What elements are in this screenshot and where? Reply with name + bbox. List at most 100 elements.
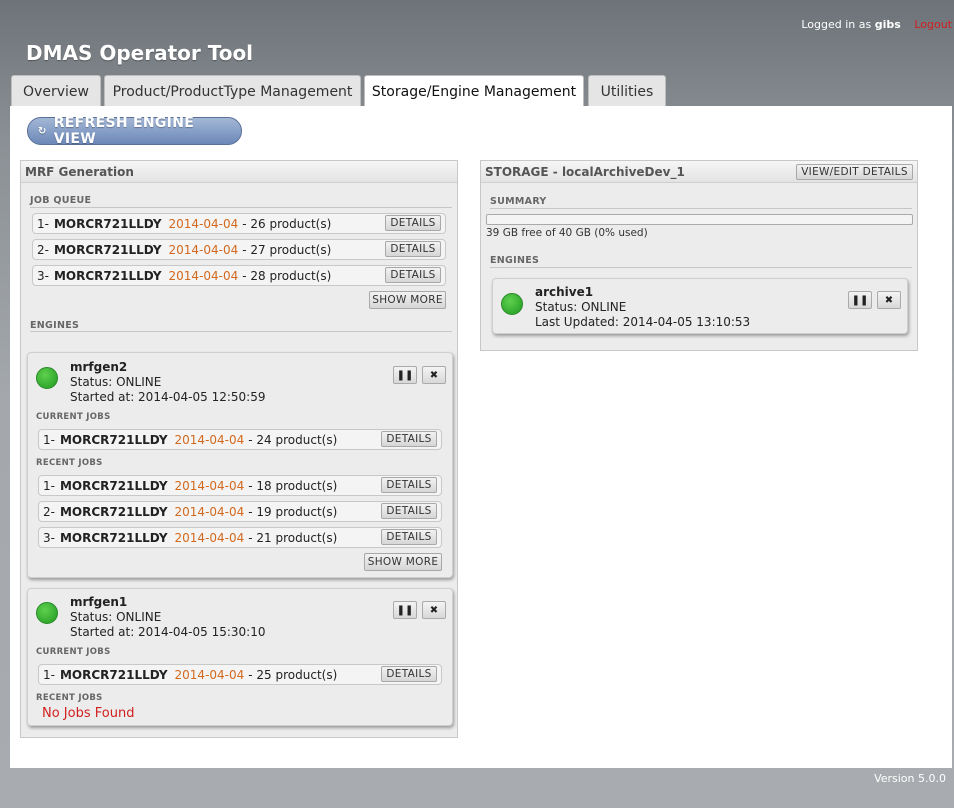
job-date: 2014-04-04 — [168, 268, 239, 283]
view-edit-details-button[interactable]: VIEW/EDIT DETAILS — [796, 164, 913, 180]
no-jobs-message: No Jobs Found — [42, 706, 135, 721]
refresh-icon: ↻ — [38, 125, 47, 137]
version-label: Version 5.0.0 — [874, 772, 946, 785]
engine-name: mrfgen2 — [70, 360, 128, 374]
details-button[interactable]: DETAILS — [381, 503, 437, 519]
mrf-panel-title: MRF Generation — [21, 161, 457, 183]
pause-icon[interactable]: ❚❚ — [393, 601, 417, 619]
tab-overview[interactable]: Overview — [11, 75, 101, 107]
job-name: MORCR721LLDY — [53, 268, 162, 283]
mrf-generation-panel: MRF Generation JOB QUEUE 1- MORCR721LLDY… — [20, 160, 458, 738]
details-button[interactable]: DETAILS — [381, 666, 437, 682]
job-count: - 21 product(s) — [248, 530, 338, 545]
job-index: 3- — [37, 268, 49, 283]
job-name: MORCR721LLDY — [53, 216, 162, 231]
job-date: 2014-04-04 — [174, 478, 245, 493]
job-queue-show-more-button[interactable]: SHOW MORE — [369, 291, 446, 309]
status-online-icon — [36, 602, 58, 624]
job-index: 2- — [43, 504, 55, 519]
job-index: 1- — [43, 478, 55, 493]
job-count: - 28 product(s) — [242, 268, 332, 283]
engine-status: Status: ONLINE — [535, 300, 627, 314]
job-index: 1- — [43, 432, 55, 447]
engines-label: ENGINES — [30, 320, 80, 331]
engine-status: Status: ONLINE — [70, 610, 162, 624]
recent-jobs-label: RECENT JOBS — [36, 458, 103, 468]
stop-icon[interactable]: ✖ — [422, 601, 446, 619]
engine-started: Started at: 2014-04-05 15:30:10 — [70, 625, 266, 639]
job-name: MORCR721LLDY — [59, 504, 168, 519]
storage-usage-text: 39 GB free of 40 GB (0% used) — [486, 227, 648, 239]
storage-usage-bar — [486, 214, 913, 225]
details-button[interactable]: DETAILS — [385, 215, 441, 231]
stop-icon[interactable]: ✖ — [422, 366, 446, 384]
job-queue-row: 1- MORCR721LLDY 2014-04-04 - 26 product(… — [32, 213, 446, 234]
job-date: 2014-04-04 — [168, 216, 239, 231]
job-count: - 19 product(s) — [248, 504, 338, 519]
job-date: 2014-04-04 — [174, 432, 245, 447]
login-status: Logged in as gibs Logout — [801, 18, 952, 31]
engine-name: mrfgen1 — [70, 595, 128, 609]
pause-icon[interactable]: ❚❚ — [393, 366, 417, 384]
refresh-button-label: REFRESH ENGINE VIEW — [53, 115, 195, 147]
job-queue-row: 2- MORCR721LLDY 2014-04-04 - 27 product(… — [32, 239, 446, 260]
job-index: 1- — [37, 216, 49, 231]
engine-name: archive1 — [535, 285, 594, 299]
current-jobs-label: CURRENT JOBS — [36, 647, 111, 657]
login-user: gibs — [874, 18, 901, 31]
engine-last-updated: Last Updated: 2014-04-05 13:10:53 — [535, 315, 751, 329]
job-count: - 25 product(s) — [248, 667, 338, 682]
status-online-icon — [36, 367, 58, 389]
recent-jobs-show-more-button[interactable]: SHOW MORE — [364, 553, 442, 571]
tab-utilities[interactable]: Utilities — [588, 75, 666, 107]
job-count: - 27 product(s) — [242, 242, 332, 257]
engine-status: Status: ONLINE — [70, 375, 162, 389]
storage-panel: STORAGE - localArchiveDev_1 VIEW/EDIT DE… — [480, 160, 918, 351]
app-title: DMAS Operator Tool — [26, 41, 254, 65]
divider — [30, 331, 452, 332]
summary-label: SUMMARY — [490, 196, 547, 207]
login-prefix: Logged in as — [801, 18, 872, 31]
engine-card-mrfgen2: mrfgen2 Status: ONLINE Started at: 2014-… — [27, 352, 453, 578]
engine-card-archive1: archive1 Status: ONLINE Last Updated: 20… — [492, 278, 908, 334]
details-button[interactable]: DETAILS — [385, 267, 441, 283]
job-queue-row: 3- MORCR721LLDY 2014-04-04 - 28 product(… — [32, 265, 446, 286]
details-button[interactable]: DETAILS — [381, 529, 437, 545]
job-index: 3- — [43, 530, 55, 545]
main-content: ↻ REFRESH ENGINE VIEW MRF Generation JOB… — [10, 106, 952, 768]
divider — [30, 207, 452, 208]
job-queue-label: JOB QUEUE — [30, 195, 92, 206]
logout-link[interactable]: Logout — [914, 18, 952, 31]
job-count: - 18 product(s) — [248, 478, 338, 493]
recent-job-row: 1- MORCR721LLDY 2014-04-04 - 18 product(… — [38, 475, 442, 496]
details-button[interactable]: DETAILS — [381, 431, 437, 447]
engine-started: Started at: 2014-04-05 12:50:59 — [70, 390, 266, 404]
job-index: 2- — [37, 242, 49, 257]
job-name: MORCR721LLDY — [53, 242, 162, 257]
storage-engines-label: ENGINES — [490, 255, 540, 266]
divider — [490, 267, 912, 268]
recent-job-row: 3- MORCR721LLDY 2014-04-04 - 21 product(… — [38, 527, 442, 548]
job-date: 2014-04-04 — [174, 504, 245, 519]
recent-job-row: 2- MORCR721LLDY 2014-04-04 - 19 product(… — [38, 501, 442, 522]
stop-icon[interactable]: ✖ — [877, 291, 901, 309]
status-online-icon — [501, 293, 523, 315]
job-name: MORCR721LLDY — [59, 667, 168, 682]
refresh-engine-view-button[interactable]: ↻ REFRESH ENGINE VIEW — [27, 115, 242, 147]
tab-product-management[interactable]: Product/ProductType Management — [104, 75, 361, 107]
job-name: MORCR721LLDY — [59, 530, 168, 545]
tab-storage-engine-management[interactable]: Storage/Engine Management — [364, 75, 584, 108]
divider — [490, 208, 912, 209]
current-job-row: 1- MORCR721LLDY 2014-04-04 - 24 product(… — [38, 429, 442, 450]
job-date: 2014-04-04 — [174, 530, 245, 545]
job-date: 2014-04-04 — [168, 242, 239, 257]
details-button[interactable]: DETAILS — [381, 477, 437, 493]
job-name: MORCR721LLDY — [59, 478, 168, 493]
recent-jobs-label: RECENT JOBS — [36, 693, 103, 703]
details-button[interactable]: DETAILS — [385, 241, 441, 257]
current-jobs-label: CURRENT JOBS — [36, 412, 111, 422]
job-count: - 24 product(s) — [248, 432, 338, 447]
job-count: - 26 product(s) — [242, 216, 332, 231]
pause-icon[interactable]: ❚❚ — [848, 291, 872, 309]
engine-card-mrfgen1: mrfgen1 Status: ONLINE Started at: 2014-… — [27, 588, 453, 726]
